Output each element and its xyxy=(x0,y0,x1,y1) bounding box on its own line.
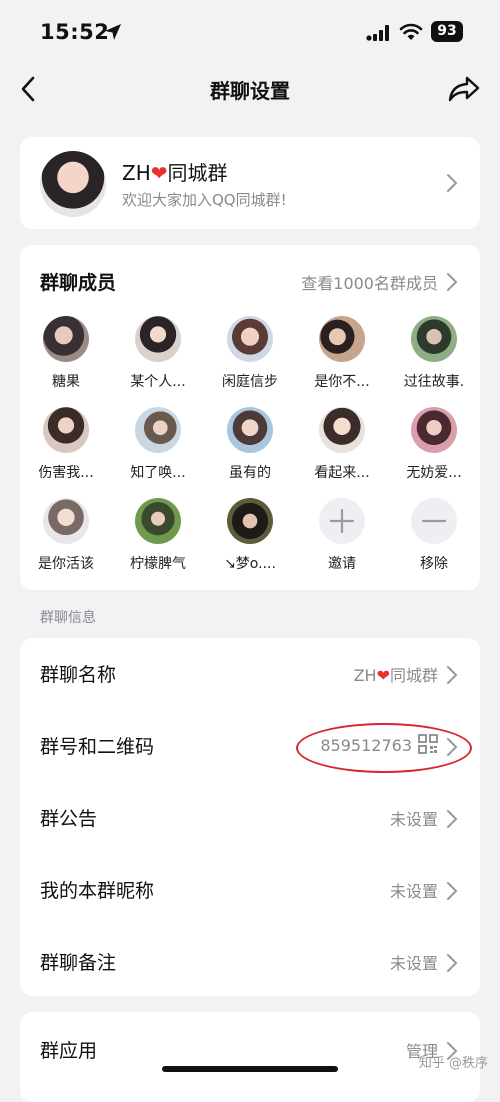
member-item[interactable]: 看起来... xyxy=(300,407,384,482)
group-info-card: 群聊名称 ZH❤同城群 群号和二维码 859512763 群公告 未设置 我的本… xyxy=(20,638,480,996)
heart-icon: ❤ xyxy=(376,666,390,685)
row-group-remark[interactable]: 群聊备注 未设置 xyxy=(20,926,480,998)
group-name: ZH❤同城群 xyxy=(122,157,228,186)
battery-indicator: 93 xyxy=(431,21,463,42)
member-item[interactable]: 知了唤... xyxy=(116,407,200,482)
page-title: 群聊设置 xyxy=(210,79,290,103)
member-avatar xyxy=(411,316,457,362)
member-avatar xyxy=(135,498,181,544)
member-name: 伤害我... xyxy=(38,465,94,481)
member-name: ↘梦o.... xyxy=(224,556,276,572)
row-group-notice[interactable]: 群公告 未设置 xyxy=(20,782,480,854)
invite-label: 邀请 xyxy=(328,556,356,572)
member-name: 是你活该 xyxy=(38,556,94,572)
watermark: 知乎 @秩序 xyxy=(418,1056,488,1071)
row-value-prefix: ZH xyxy=(353,666,377,685)
member-name: 某个人... xyxy=(130,374,186,390)
member-name: 闲庭信步 xyxy=(222,374,278,390)
member-item[interactable]: 是你不... xyxy=(300,316,384,391)
share-icon[interactable] xyxy=(447,74,481,104)
row-group-name[interactable]: 群聊名称 ZH❤同城群 xyxy=(20,638,480,710)
member-avatar xyxy=(227,407,273,453)
heart-icon: ❤ xyxy=(150,161,168,185)
member-item[interactable]: 某个人... xyxy=(116,316,200,391)
group-apps-label: 群应用 xyxy=(40,1040,98,1062)
row-value: 未设置 xyxy=(389,882,438,901)
row-value: ZH❤同城群 xyxy=(354,662,438,686)
invite-member-button[interactable]: 邀请 xyxy=(300,498,384,573)
member-item[interactable]: 柠檬脾气 xyxy=(116,498,200,573)
member-avatar xyxy=(227,316,273,362)
member-item[interactable]: 伤害我... xyxy=(24,407,108,482)
plus-icon xyxy=(319,498,365,544)
chevron-right-icon xyxy=(447,954,458,972)
member-item[interactable]: 虽有的 xyxy=(208,407,292,482)
status-bar: 15:52 93 xyxy=(0,0,500,66)
member-name: 糖果 xyxy=(52,374,80,390)
member-item[interactable]: 糖果 xyxy=(24,316,108,391)
remove-label: 移除 xyxy=(420,556,448,572)
row-value-suffix: 同城群 xyxy=(389,666,438,685)
group-description: 欢迎大家加入QQ同城群! xyxy=(122,191,287,209)
wifi-icon xyxy=(399,23,423,40)
member-name: 柠檬脾气 xyxy=(130,556,186,572)
member-name: 看起来... xyxy=(314,465,370,481)
row-label: 我的本群昵称 xyxy=(40,880,155,902)
chevron-right-icon xyxy=(447,810,458,828)
member-avatar xyxy=(43,498,89,544)
member-avatar xyxy=(319,316,365,362)
chevron-right-icon xyxy=(447,666,458,684)
member-avatar xyxy=(411,407,457,453)
status-time: 15:52 xyxy=(40,20,110,44)
row-label: 群聊名称 xyxy=(40,664,117,686)
member-item[interactable]: 闲庭信步 xyxy=(208,316,292,391)
member-name: 无妨爱... xyxy=(406,465,462,481)
member-name: 知了唤... xyxy=(130,465,186,481)
member-avatar xyxy=(135,407,181,453)
minus-icon xyxy=(411,498,457,544)
row-value: 未设置 xyxy=(389,954,438,973)
group-name-prefix: ZH xyxy=(122,161,151,185)
group-members-card: 群聊成员 查看1000名群成员 糖果 某个人... 闲庭信步 是你不... 过往… xyxy=(20,245,480,590)
group-apps-card[interactable]: 群应用 管理 xyxy=(20,1012,480,1102)
cellular-signal-icon xyxy=(366,25,389,41)
row-label: 群公告 xyxy=(40,808,98,830)
view-all-members-link[interactable]: 查看1000名群成员 xyxy=(301,270,438,294)
member-avatar xyxy=(227,498,273,544)
chevron-right-icon[interactable] xyxy=(446,272,458,292)
chevron-right-icon xyxy=(447,174,458,192)
remove-member-button[interactable]: 移除 xyxy=(392,498,476,573)
member-avatar xyxy=(135,316,181,362)
member-name: 是你不... xyxy=(314,374,370,390)
row-value: 未设置 xyxy=(389,810,438,829)
member-avatar xyxy=(43,316,89,362)
member-avatar xyxy=(319,407,365,453)
member-item[interactable]: 过往故事. xyxy=(392,316,476,391)
member-item[interactable]: 无妨爱... xyxy=(392,407,476,482)
row-label: 群聊备注 xyxy=(40,952,117,974)
member-avatar xyxy=(43,407,89,453)
group-profile-card[interactable]: ZH❤同城群 欢迎大家加入QQ同城群! xyxy=(20,137,480,229)
member-name: 过往故事. xyxy=(403,374,465,390)
member-item[interactable]: 是你活该 xyxy=(24,498,108,573)
row-label: 群号和二维码 xyxy=(40,736,155,758)
group-avatar[interactable] xyxy=(40,151,106,217)
location-arrow-icon xyxy=(105,24,121,40)
group-name-suffix: 同城群 xyxy=(167,161,228,185)
member-name: 虽有的 xyxy=(229,465,271,481)
row-my-group-nickname[interactable]: 我的本群昵称 未设置 xyxy=(20,854,480,926)
annotation-ring xyxy=(296,723,472,773)
nav-bar: 群聊设置 xyxy=(0,62,500,116)
home-indicator[interactable] xyxy=(162,1066,338,1072)
member-item[interactable]: ↘梦o.... xyxy=(208,498,292,573)
section-label-group-info: 群聊信息 xyxy=(40,610,96,626)
members-title: 群聊成员 xyxy=(40,272,117,294)
chevron-right-icon xyxy=(447,882,458,900)
